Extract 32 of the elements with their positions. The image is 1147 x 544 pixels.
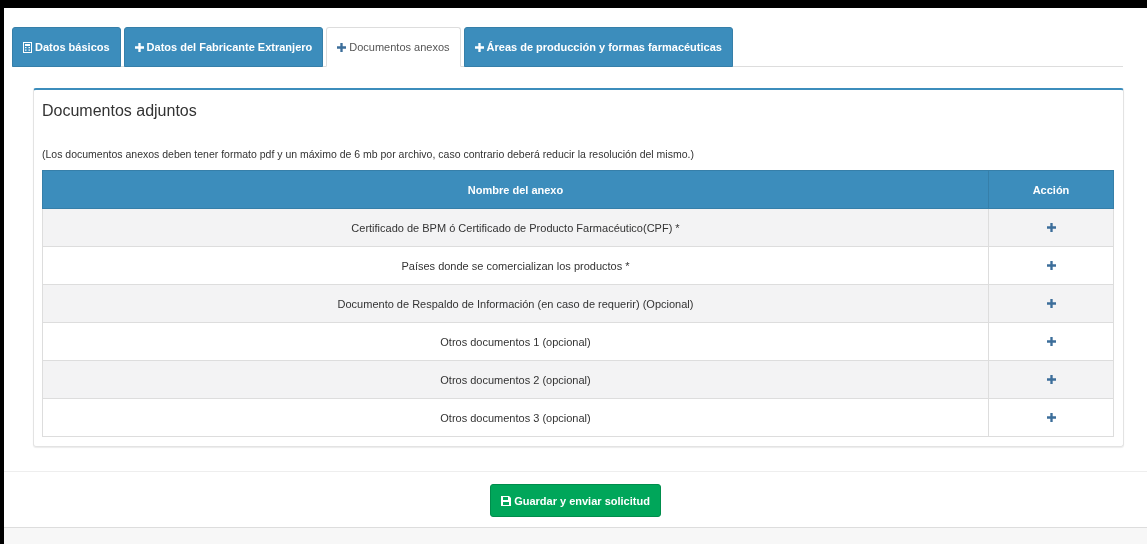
add-button[interactable] [1044, 221, 1058, 234]
tab[interactable]: Datos del Fabricante Extranjero [123, 27, 324, 67]
table-cell: Países donde se comercializan los productos * [42, 246, 989, 285]
column-header: Nombre del anexo [42, 170, 989, 209]
add-icon [1046, 223, 1056, 232]
panel-title: Documentos adjuntos [42, 102, 198, 120]
add-icon [1046, 375, 1056, 384]
plus-icon [134, 42, 144, 52]
tab[interactable]: Datos básicos [12, 27, 121, 67]
table-cell: Otros documentos 1 (opcional) [42, 322, 989, 361]
submit-button[interactable]: Guardar y enviar solicitud [490, 484, 661, 517]
add-button[interactable] [1044, 335, 1058, 348]
add-button[interactable] [1044, 259, 1058, 272]
table-cell: Documento de Respaldo de Información (en caso de requerir) (Opcional) [42, 284, 989, 323]
table-cell: Certificado de BPM ó Certificado de Producto Farmacéutico(CPF) * [42, 208, 989, 247]
plus-icon [337, 42, 347, 52]
plus-icon [474, 42, 484, 52]
table-cell: Otros documentos 2 (opcional) [42, 360, 989, 399]
add-button[interactable] [1044, 297, 1058, 310]
tab[interactable]: Documentos anexos [326, 27, 461, 67]
add-icon [1046, 299, 1056, 308]
column-header: Acción [988, 170, 1114, 209]
add-icon [1046, 413, 1056, 422]
save-icon [501, 495, 512, 506]
upload-note: (Los documentos anexos deben tener formato pdf y un máximo de 6 mb por archivo, caso contrario deberá reducir la resolución del mismo.) [42, 148, 695, 160]
add-button[interactable] [1044, 373, 1058, 386]
add-button[interactable] [1044, 411, 1058, 424]
table-cell: Otros documentos 3 (opcional) [42, 398, 989, 437]
tab[interactable]: Áreas de producción y formas farmacéuticas [463, 27, 733, 67]
calculator-icon [23, 41, 32, 53]
add-icon [1046, 337, 1056, 346]
add-icon [1046, 261, 1056, 270]
